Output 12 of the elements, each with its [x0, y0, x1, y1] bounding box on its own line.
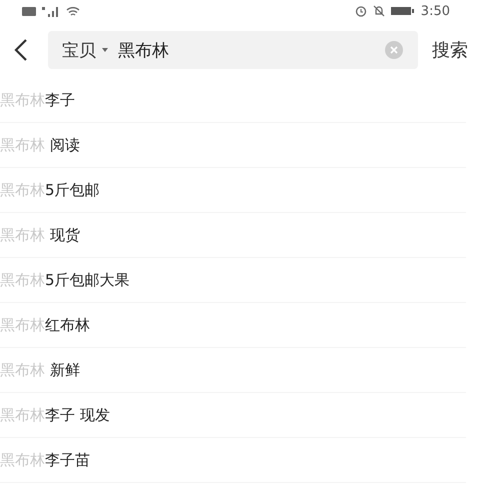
search-field[interactable]: 宝贝 黑布林: [48, 31, 418, 69]
search-button[interactable]: 搜索: [432, 38, 468, 62]
wifi-icon: [66, 6, 80, 16]
alarm-icon: [354, 5, 367, 17]
caret-icon: [102, 48, 108, 52]
signal-icon: [42, 6, 60, 16]
status-time: 3:50: [420, 4, 450, 18]
battery-icon: [390, 6, 415, 16]
clear-icon: [384, 40, 404, 60]
back-icon: [14, 38, 28, 62]
scope-dropdown[interactable]: 宝贝: [62, 38, 108, 62]
mute-icon: [372, 5, 385, 17]
